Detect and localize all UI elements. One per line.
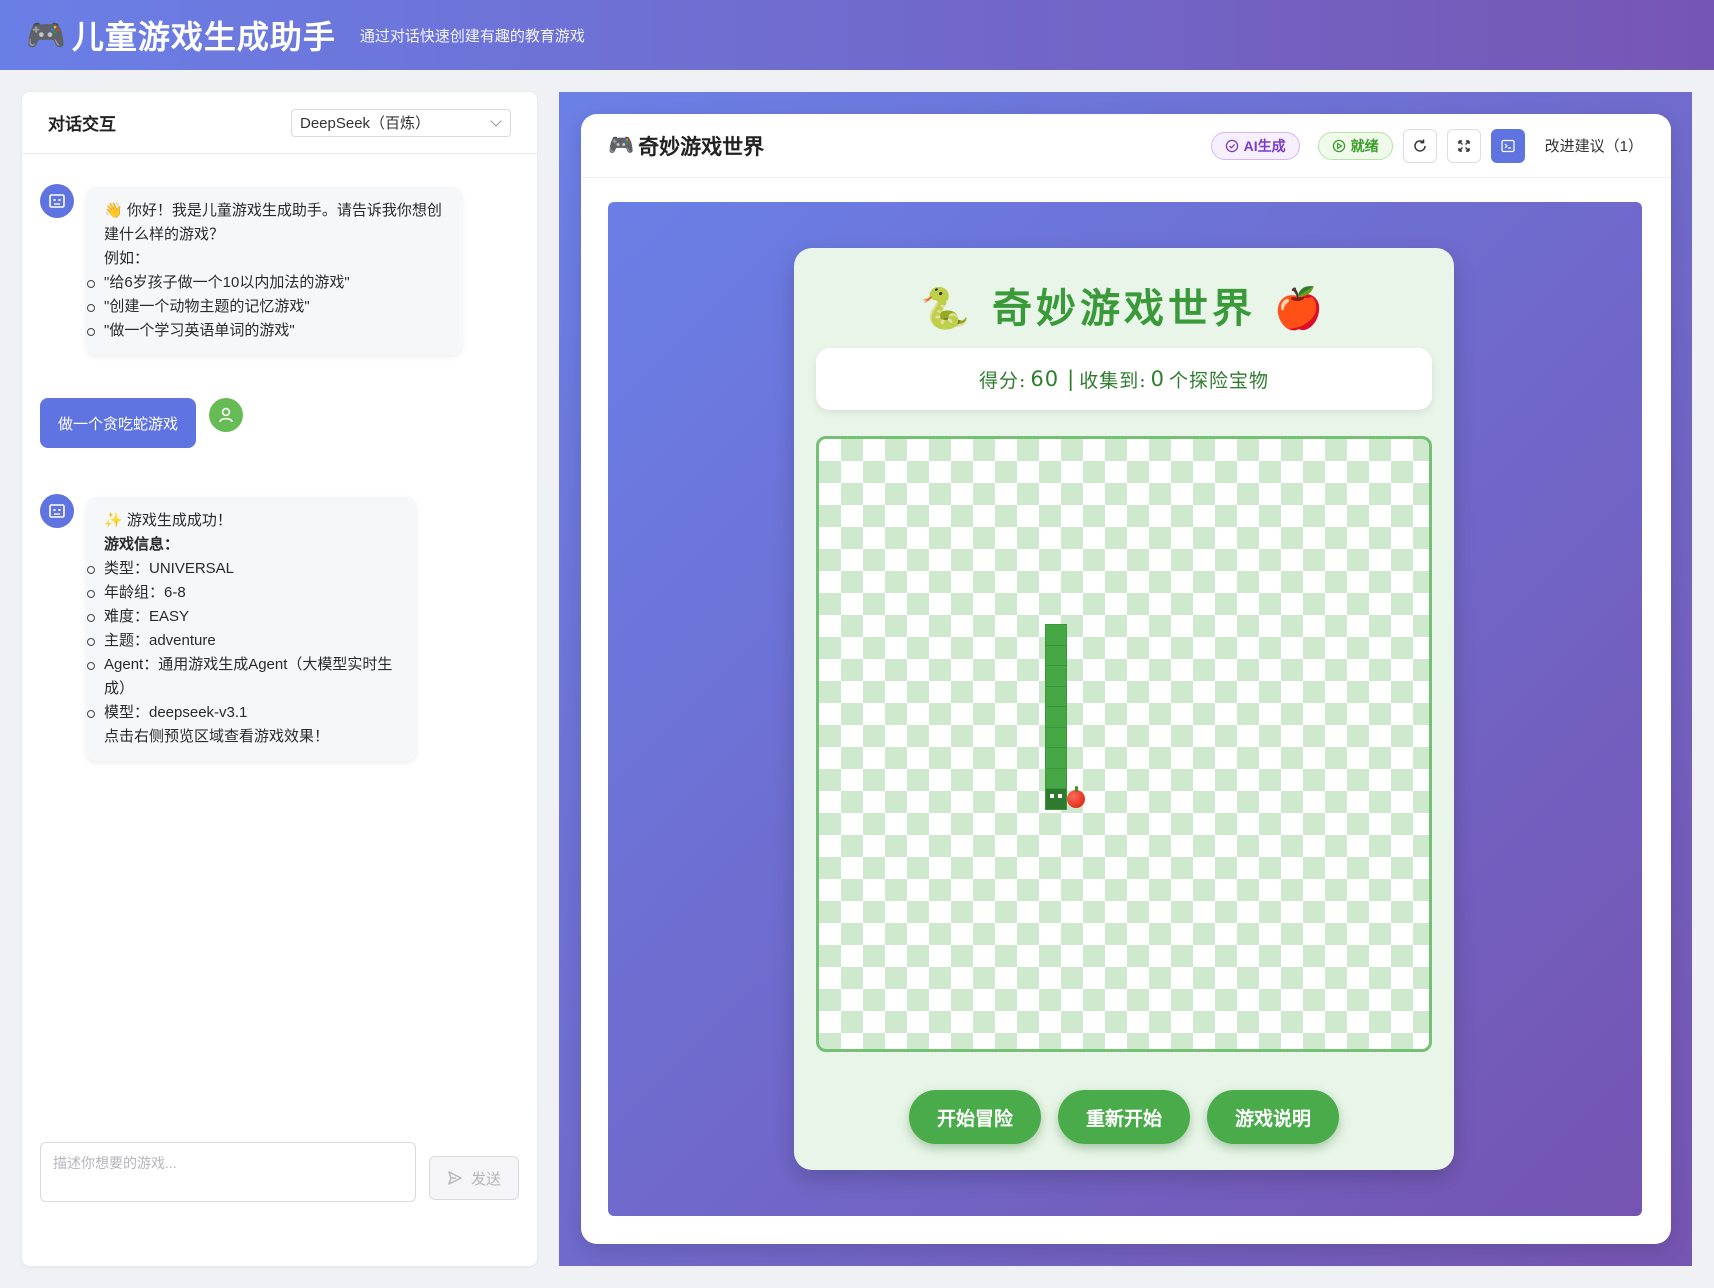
send-icon [448, 1171, 462, 1185]
help-button[interactable]: 游戏说明 [1207, 1090, 1339, 1144]
robot-icon [49, 194, 65, 208]
list-item: "做一个学习英语单词的游戏" [87, 319, 444, 343]
user-message: 做一个贪吃蛇游戏 [40, 398, 244, 448]
expand-icon [1457, 139, 1470, 152]
score-value: 60 [1030, 367, 1060, 391]
list-item: 类型：UNIVERSAL [87, 557, 398, 581]
user-avatar [209, 398, 244, 432]
game-container: 🐍 奇妙游戏世界 🍎 得分: 60 | 收集到: 0 个探险宝物 开始冒险 重新… [794, 248, 1454, 1170]
terminal-icon [1501, 139, 1515, 152]
list-item: 主题：adventure [87, 629, 398, 653]
apple-food [1067, 785, 1085, 808]
info-list: 类型：UNIVERSAL 年龄组：6-8 难度：EASY 主题：adventur… [87, 557, 398, 725]
send-button[interactable]: 发送 [429, 1156, 519, 1200]
score-separator: | [1067, 367, 1076, 391]
chat-title: 对话交互 [48, 115, 116, 134]
example-label: 例如： [104, 250, 150, 267]
collected-suffix: 个探险宝物 [1168, 369, 1269, 392]
result-footer: 点击右侧预览区域查看游戏效果！ [104, 728, 330, 745]
example-list: "给6岁孩子做一个10以内加法的游戏" "创建一个动物主题的记忆游戏" "做一个… [87, 271, 444, 343]
bot-greeting: 👋 你好！我是儿童游戏生成助手。请告诉我你想创建什么样的游戏？ [104, 202, 442, 243]
user-bubble: 做一个贪吃蛇游戏 [40, 398, 197, 448]
play-circle-icon [1332, 139, 1345, 152]
improve-suggestions-button[interactable]: 改进建议（1） [1545, 135, 1643, 156]
robot-icon [49, 504, 65, 518]
collected-label: 收集到: [1079, 369, 1147, 392]
bot-avatar [40, 184, 74, 218]
info-label: 游戏信息： [104, 536, 180, 553]
chat-header: 对话交互 DeepSeek（百炼） [22, 92, 537, 154]
list-item: 模型：deepseek-v3.1 [87, 701, 398, 725]
bot-bubble: ✨ 游戏生成成功！ 游戏信息： 类型：UNIVERSAL 年龄组：6-8 难度：… [86, 497, 416, 761]
preview-title-text: 奇妙游戏世界 [638, 135, 765, 159]
snake-segment [1044, 746, 1067, 769]
list-item: "给6岁孩子做一个10以内加法的游戏" [87, 271, 444, 295]
snake-eye [1057, 793, 1062, 798]
check-circle-icon [1225, 139, 1238, 152]
user-icon [219, 407, 233, 423]
model-select-value: DeepSeek（百炼） [300, 115, 431, 132]
bot-bubble: 👋 你好！我是儿童游戏生成助手。请告诉我你想创建什么样的游戏？ 例如： "给6岁… [86, 187, 462, 355]
preview-tools: AI生成 就绪 改进建议（1） [1210, 128, 1643, 163]
game-title: 🐍 奇妙游戏世界 🍎 [920, 285, 1328, 332]
snake-head [1044, 787, 1067, 810]
gamepad-icon: 🎮 [608, 133, 635, 157]
gamepad-icon: 🎮 [26, 17, 66, 53]
ai-generated-badge: AI生成 [1210, 131, 1300, 160]
preview-card: 🎮 奇妙游戏世界 AI生成 就绪 改进建议（1） 🐍 奇妙游戏世界 🍎 得分: … [581, 114, 1671, 1244]
collected-value: 0 [1150, 367, 1165, 391]
app-title: 儿童游戏生成助手 [71, 19, 336, 55]
restart-button[interactable]: 重新开始 [1058, 1090, 1190, 1144]
fullscreen-button[interactable] [1446, 128, 1481, 163]
status-badge: 就绪 [1317, 131, 1393, 160]
preview-area: 🎮 奇妙游戏世界 AI生成 就绪 改进建议（1） 🐍 奇妙游戏世界 🍎 得分: … [559, 92, 1692, 1266]
app-subtitle: 通过对话快速创建有趣的教育游戏 [359, 27, 585, 45]
code-view-button[interactable] [1490, 128, 1525, 163]
bot-avatar [40, 494, 74, 528]
score-label: 得分: [978, 369, 1027, 392]
model-select[interactable]: DeepSeek（百炼） [291, 108, 511, 137]
list-item: "创建一个动物主题的记忆游戏" [87, 295, 444, 319]
snake-segment [1044, 767, 1067, 789]
chevron-down-icon [490, 114, 502, 127]
snake-segment [1044, 685, 1067, 707]
snake-segment [1044, 623, 1067, 646]
app-header: 🎮 儿童游戏生成助手 通过对话快速创建有趣的教育游戏 [0, 0, 1714, 70]
game-board[interactable] [816, 436, 1432, 1052]
snake-segment [1044, 726, 1067, 748]
list-item: 难度：EASY [87, 605, 398, 629]
refresh-button[interactable] [1402, 128, 1437, 163]
snake-segment [1044, 644, 1067, 666]
chat-panel: 对话交互 DeepSeek（百炼） 👋 你好！我是儿童游戏生成助手。请告诉我你想… [22, 92, 537, 1266]
refresh-icon [1413, 139, 1426, 152]
score-bar: 得分: 60 | 收集到: 0 个探险宝物 [816, 348, 1432, 410]
bot-message: 👋 你好！我是儿童游戏生成助手。请告诉我你想创建什么样的游戏？ 例如： "给6岁… [40, 184, 462, 355]
bot-message: ✨ 游戏生成成功！ 游戏信息： 类型：UNIVERSAL 年龄组：6-8 难度：… [40, 494, 416, 761]
send-label: 发送 [470, 1170, 501, 1188]
game-controls: 开始冒险 重新开始 游戏说明 [794, 1090, 1454, 1144]
snake-eye [1049, 793, 1054, 798]
snake-segment [1044, 705, 1067, 728]
success-text: ✨ 游戏生成成功！ [104, 512, 232, 529]
status-label: 就绪 [1350, 137, 1379, 154]
game-stage: 🐍 奇妙游戏世界 🍎 得分: 60 | 收集到: 0 个探险宝物 开始冒险 重新… [608, 202, 1642, 1216]
snake-segment [1044, 664, 1067, 687]
list-item: Agent：通用游戏生成Agent（大模型实时生成） [87, 653, 398, 701]
chat-input[interactable]: 描述你想要的游戏... [40, 1142, 416, 1202]
ai-badge-label: AI生成 [1243, 137, 1286, 154]
start-button[interactable]: 开始冒险 [909, 1090, 1041, 1144]
list-item: 年龄组：6-8 [87, 581, 398, 605]
preview-toolbar: 🎮 奇妙游戏世界 AI生成 就绪 改进建议（1） [581, 114, 1671, 178]
preview-title: 🎮 奇妙游戏世界 [608, 131, 764, 161]
